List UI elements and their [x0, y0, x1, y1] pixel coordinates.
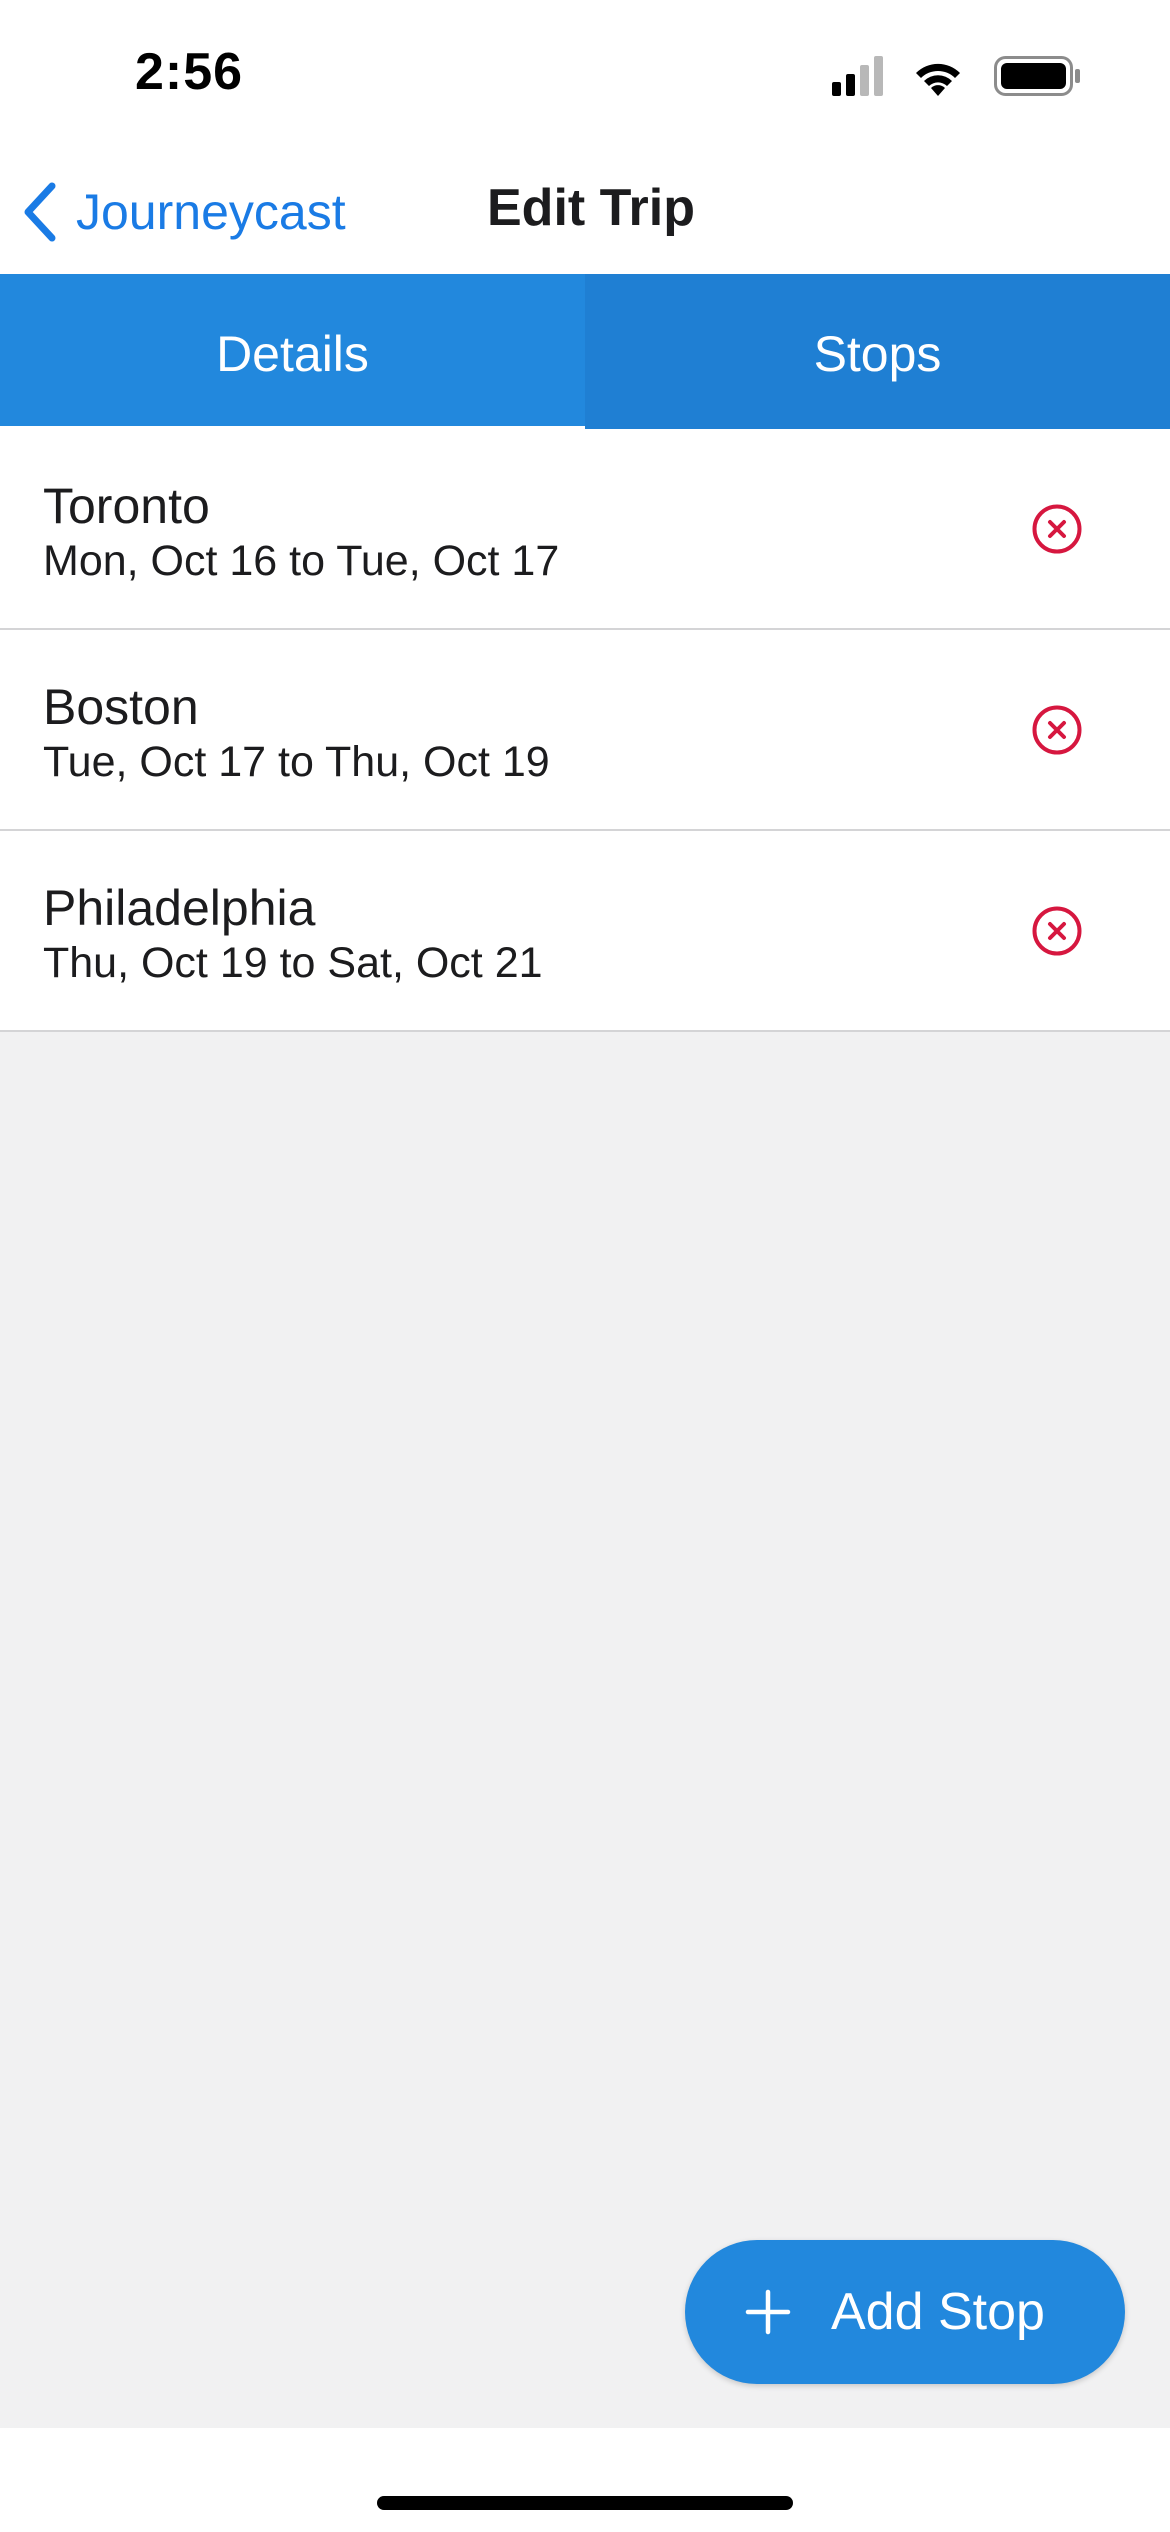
- plus-icon: [745, 2289, 791, 2335]
- stop-dates: Thu, Oct 19 to Sat, Oct 21: [43, 939, 543, 987]
- stop-name: Toronto: [43, 478, 210, 534]
- page-title: Edit Trip: [487, 179, 695, 237]
- remove-stop-icon[interactable]: [1031, 905, 1083, 957]
- stop-dates: Mon, Oct 16 to Tue, Oct 17: [43, 537, 560, 585]
- chevron-left-icon: [24, 182, 56, 242]
- battery-icon: [994, 56, 1080, 96]
- stop-row-boston[interactable]: Boston Tue, Oct 17 to Thu, Oct 19: [0, 630, 1170, 831]
- status-icons: [832, 52, 1092, 102]
- status-bar: 2:56: [0, 0, 1170, 150]
- home-indicator[interactable]: [377, 2496, 793, 2510]
- wifi-icon: [916, 63, 960, 96]
- add-stop-button[interactable]: Add Stop: [685, 2240, 1125, 2384]
- cellular-signal-icon: [832, 56, 883, 96]
- tab-details-label: Details: [216, 326, 369, 382]
- tab-bar: Details Stops: [0, 274, 1170, 434]
- remove-stop-icon[interactable]: [1031, 503, 1083, 555]
- status-time: 2:56: [135, 43, 244, 101]
- back-button[interactable]: Journeycast: [22, 174, 346, 250]
- stop-row-philadelphia[interactable]: Philadelphia Thu, Oct 19 to Sat, Oct 21: [0, 831, 1170, 1032]
- tab-stops-label: Stops: [813, 326, 942, 382]
- navigation-bar: Journeycast Edit Trip: [0, 150, 1170, 274]
- status-icons-svg: [832, 56, 1080, 96]
- tab-stops[interactable]: Stops: [585, 274, 1170, 434]
- stop-list: Toronto Mon, Oct 16 to Tue, Oct 17 Bosto…: [0, 429, 1170, 1032]
- stop-name: Philadelphia: [43, 880, 316, 936]
- home-indicator-area: [0, 2428, 1170, 2532]
- add-stop-label: Add Stop: [831, 2283, 1045, 2341]
- remove-stop-icon[interactable]: [1031, 704, 1083, 756]
- tab-details[interactable]: Details: [0, 274, 585, 434]
- back-label: Journeycast: [76, 184, 346, 240]
- stop-dates: Tue, Oct 17 to Thu, Oct 19: [43, 738, 550, 786]
- stop-name: Boston: [43, 679, 199, 735]
- stop-row-toronto[interactable]: Toronto Mon, Oct 16 to Tue, Oct 17: [0, 429, 1170, 630]
